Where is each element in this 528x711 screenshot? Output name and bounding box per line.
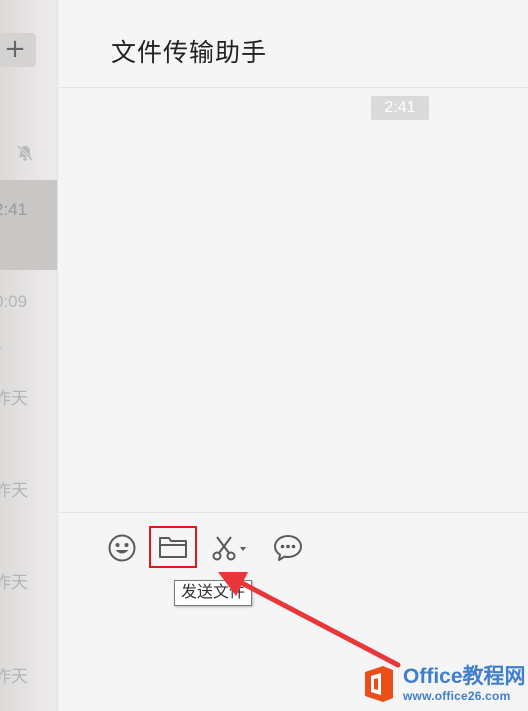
emoji-button[interactable] xyxy=(105,531,139,565)
watermark-url: www.office26.com xyxy=(403,689,511,703)
send-file-button[interactable] xyxy=(149,526,197,568)
chat-time: 昨天 xyxy=(0,667,28,686)
mute-bell-icon xyxy=(16,144,34,162)
chat-history-button[interactable] xyxy=(271,531,305,565)
chat-panel: 文件传输助手 2:41 发送文件 xyxy=(59,0,528,711)
send-file-tooltip: 发送文件 xyxy=(174,580,253,606)
chat-time: 昨天 xyxy=(0,573,28,592)
chat-title: 文件传输助手 xyxy=(111,39,268,67)
smiley-icon xyxy=(108,534,136,562)
office-logo-icon xyxy=(365,666,393,702)
chat-list-item[interactable]: 昨天 xyxy=(0,636,57,711)
chat-time: 昨天 xyxy=(0,389,28,408)
chat-list-item[interactable]: 0:09 xyxy=(0,270,57,360)
watermark: Office教程网 www.office26.com xyxy=(361,660,526,708)
add-button[interactable]: + xyxy=(0,33,36,67)
chat-list-item[interactable]: 昨天 xyxy=(0,360,57,450)
folder-icon xyxy=(159,537,187,558)
chat-time: 0:09 xyxy=(0,292,28,311)
screenshot-button[interactable] xyxy=(207,531,251,565)
speech-bubble-icon xyxy=(274,535,302,561)
chat-list-item[interactable]: 昨天 xyxy=(0,452,57,542)
message-timestamp: 2:41 xyxy=(371,96,429,120)
scissors-icon xyxy=(212,536,246,561)
chat-list-item[interactable]: 2:41 xyxy=(0,180,57,270)
chat-list-sidebar: + 2:41 0:09 昨天 昨天 昨天 昨天 xyxy=(0,0,58,711)
watermark-name: Office教程网 xyxy=(403,665,526,688)
chevron-down-icon xyxy=(240,547,246,551)
chat-header: 文件传输助手 xyxy=(59,0,528,88)
chat-list-item[interactable]: 昨天 xyxy=(0,544,57,634)
chat-time: 2:41 xyxy=(0,200,28,219)
chat-time: 昨天 xyxy=(0,481,28,500)
